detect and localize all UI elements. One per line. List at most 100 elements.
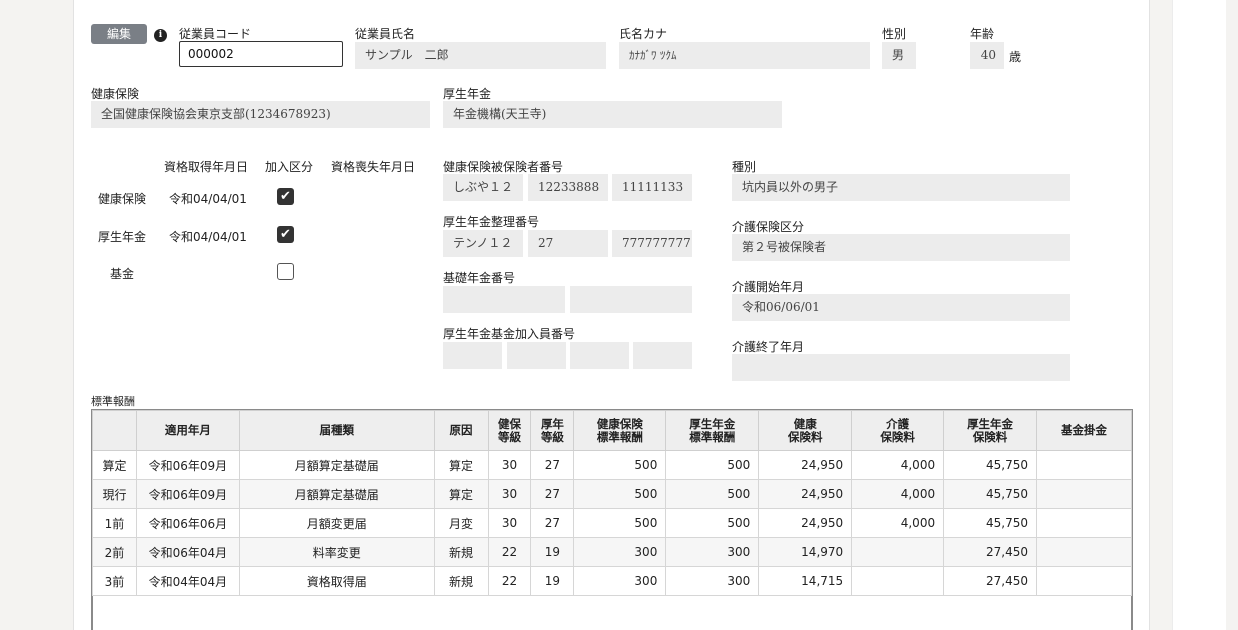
fund-member-number-field-3 [570, 342, 629, 369]
table-cell: 算定 [433, 450, 489, 480]
health-insurance-field: 全国健康保険協会東京支部(1234678923) [91, 101, 430, 128]
table-cell [1036, 537, 1132, 567]
table-cell: 45,750 [943, 450, 1038, 480]
info-icon[interactable]: i [154, 29, 167, 42]
table-row[interactable]: 1前 令和06年06月 月額変更届 月変 30 27 500 500 24,950 4,000 45… [92, 508, 1132, 538]
pension-joined-checkbox[interactable]: ✔ [277, 226, 294, 243]
table-cell: 19 [530, 537, 575, 567]
table-cell: 現行 [92, 479, 137, 509]
column-header[interactable]: 厚生年金 保険料 [943, 410, 1038, 451]
table-row[interactable]: 3前 令和04年04月 資格取得届 新規 22 19 300 300 14,715 27,450 [92, 566, 1132, 596]
table-cell: 月額変更届 [238, 508, 435, 538]
health-insurance-label: 健康保険 [91, 87, 140, 101]
table-cell: 14,715 [758, 566, 853, 596]
table-cell [1036, 450, 1132, 480]
table-cell: 新規 [433, 566, 489, 596]
column-header[interactable]: 届種類 [238, 410, 435, 451]
table-cell: 300 [665, 566, 760, 596]
table-cell: 500 [665, 479, 760, 509]
gender-label: 性別 [882, 27, 907, 41]
health-insured-symbol-field: しぶや１２ [443, 174, 523, 201]
column-header[interactable]: 厚年 等級 [530, 410, 575, 451]
table-cell: 27 [530, 508, 575, 538]
table-cell [851, 566, 945, 596]
table-cell: 19 [530, 566, 575, 596]
table-cell: 300 [573, 566, 667, 596]
column-header[interactable]: 適用年月 [135, 410, 240, 451]
kana-label: 氏名カナ [619, 27, 668, 41]
column-header[interactable]: 原因 [433, 410, 489, 451]
qual-row-acquired: 令和04/04/01 [169, 192, 247, 206]
table-cell: 令和04年04月 [135, 566, 240, 596]
age-label: 年齢 [970, 27, 995, 41]
kana-field: ｶﾅｶﾞﾜ ﾂｸﾑ [619, 42, 870, 69]
care-class-label: 介護保険区分 [732, 220, 805, 234]
type-label: 種別 [732, 160, 757, 174]
health-insured-number-field: 12233888 [528, 174, 608, 201]
employee-name-field: サンプル 二郎 [355, 42, 606, 69]
table-cell: 45,750 [943, 479, 1038, 509]
age-field: 40 [970, 42, 1004, 69]
column-header[interactable] [92, 410, 137, 451]
table-cell: 300 [665, 537, 760, 567]
health-joined-checkbox[interactable]: ✔ [277, 188, 294, 205]
table-cell: 令和06年06月 [135, 508, 240, 538]
table-cell [1036, 566, 1132, 596]
fund-member-number-field-2 [507, 342, 566, 369]
care-end-label: 介護終了年月 [732, 340, 805, 354]
remuneration-table: 適用年月 届種類 原因 健保 等級 厚年 等級 健康保険 標準報酬 厚生年金 標準報酬 健康 保険料 介護… [92, 410, 1132, 596]
qual-row-acquired: 令和04/04/01 [169, 230, 247, 244]
col-joined-label: 加入区分 [265, 160, 314, 174]
table-cell: 料率変更 [238, 537, 435, 567]
qual-row-label: 健康保険 [98, 192, 147, 206]
health-insured-branch-field: 11111133 [612, 174, 692, 201]
column-header[interactable]: 介護 保険料 [851, 410, 945, 451]
col-lost-label: 資格喪失年月日 [331, 160, 416, 174]
fund-member-number-field-4 [633, 342, 692, 369]
table-cell: 500 [573, 450, 667, 480]
table-cell: 月変 [433, 508, 489, 538]
pension-ref-number-field: 27 [528, 230, 608, 257]
table-row[interactable]: 算定 令和06年09月 月額算定基礎届 算定 30 27 500 500 24,950 4,000… [92, 450, 1132, 480]
edit-button[interactable]: 編集 [91, 24, 147, 44]
table-cell: 500 [573, 479, 667, 509]
table-cell: 27,450 [943, 537, 1038, 567]
table-cell: 22 [487, 537, 532, 567]
table-cell: 27 [530, 479, 575, 509]
table-row[interactable]: 2前 令和06年04月 料率変更 新規 22 19 300 300 14,970 27,450 [92, 537, 1132, 567]
table-cell: 4,000 [851, 508, 945, 538]
pension-ref-label: 厚生年金整理番号 [443, 215, 540, 229]
employee-name-label: 従業員氏名 [355, 27, 416, 41]
column-header[interactable]: 厚生年金 標準報酬 [665, 410, 760, 451]
table-cell: 500 [665, 508, 760, 538]
table-cell: 4,000 [851, 479, 945, 509]
basic-pension-number-field-1 [443, 286, 565, 313]
column-header[interactable]: 健康 保険料 [758, 410, 853, 451]
table-cell: 22 [487, 566, 532, 596]
column-header[interactable]: 健康保険 標準報酬 [573, 410, 667, 451]
employee-code-input[interactable] [179, 41, 343, 67]
employee-code-label: 従業員コード [179, 27, 252, 41]
table-cell: 令和06年09月 [135, 479, 240, 509]
table-cell: 24,950 [758, 479, 853, 509]
column-header[interactable]: 健保 等級 [487, 410, 532, 451]
pension-label: 厚生年金 [443, 87, 492, 101]
table-cell: 24,950 [758, 450, 853, 480]
table-cell: 14,970 [758, 537, 853, 567]
qual-row-label: 厚生年金 [98, 230, 147, 244]
fund-joined-checkbox[interactable] [277, 263, 294, 280]
table-cell: 新規 [433, 537, 489, 567]
table-cell [1036, 508, 1132, 538]
table-cell: 2前 [92, 537, 137, 567]
table-row[interactable]: 現行 令和06年09月 月額算定基礎届 算定 30 27 500 500 24,950 4,000… [92, 479, 1132, 509]
table-cell: 月額算定基礎届 [238, 450, 435, 480]
basic-pension-number-label: 基礎年金番号 [443, 271, 516, 285]
column-header[interactable]: 基金掛金 [1036, 410, 1132, 451]
table-cell: 300 [573, 537, 667, 567]
table-cell: 24,950 [758, 508, 853, 538]
age-unit: 歳 [1009, 50, 1022, 64]
care-end-field [732, 354, 1070, 381]
care-class-field: 第２号被保険者 [732, 234, 1070, 261]
table-cell: 500 [573, 508, 667, 538]
fund-member-number-label: 厚生年金基金加入員番号 [443, 327, 576, 341]
